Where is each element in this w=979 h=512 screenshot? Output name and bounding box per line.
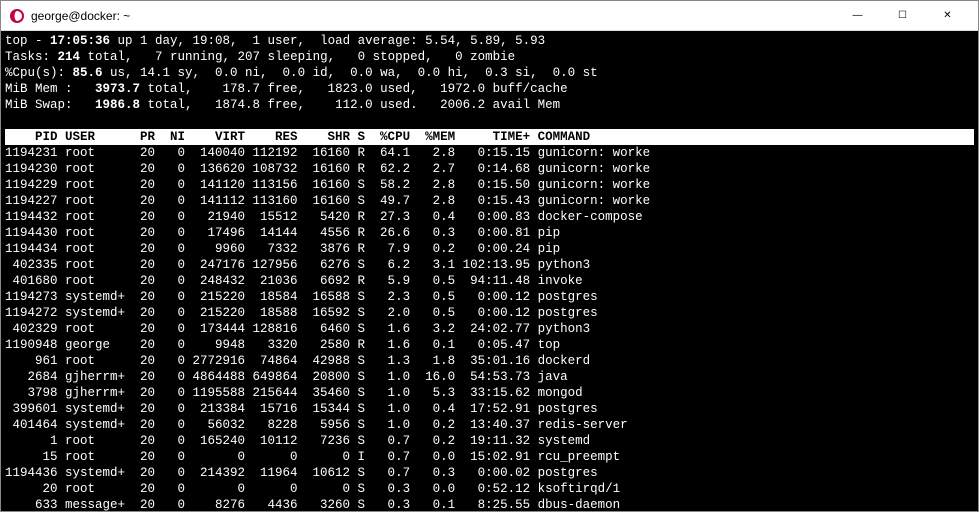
- process-row: 1 root 20 0 165240 10112 7236 S 0.7 0.2 …: [5, 433, 974, 449]
- process-row: 402335 root 20 0 247176 127956 6276 S 6.…: [5, 257, 974, 273]
- close-button[interactable]: ✕: [925, 2, 970, 30]
- process-row: 399601 systemd+ 20 0 213384 15716 15344 …: [5, 401, 974, 417]
- process-row: 1194430 root 20 0 17496 14144 4556 R 26.…: [5, 225, 974, 241]
- window-title: george@docker: ~: [31, 9, 835, 23]
- titlebar[interactable]: george@docker: ~ — ☐ ✕: [1, 1, 978, 31]
- process-row: 1194432 root 20 0 21940 15512 5420 R 27.…: [5, 209, 974, 225]
- process-row: 2684 gjherrm+ 20 0 4864488 649864 20800 …: [5, 369, 974, 385]
- process-row: 1190948 george 20 0 9948 3320 2580 R 1.6…: [5, 337, 974, 353]
- process-row: 401464 systemd+ 20 0 56032 8228 5956 S 1…: [5, 417, 974, 433]
- process-row: 1194434 root 20 0 9960 7332 3876 R 7.9 0…: [5, 241, 974, 257]
- window-controls: — ☐ ✕: [835, 2, 970, 30]
- process-header: PID USER PR NI VIRT RES SHR S %CPU %MEM …: [5, 129, 974, 145]
- process-row: 1194273 systemd+ 20 0 215220 18584 16588…: [5, 289, 974, 305]
- top-summary-line: %Cpu(s): 85.6 us, 14.1 sy, 0.0 ni, 0.0 i…: [5, 65, 974, 81]
- top-summary-line: Tasks: 214 total, 7 running, 207 sleepin…: [5, 49, 974, 65]
- process-row: 1194227 root 20 0 141112 113160 16160 S …: [5, 193, 974, 209]
- app-icon: [9, 8, 25, 24]
- terminal-body[interactable]: top - 17:05:36 up 1 day, 19:08, 1 user, …: [1, 31, 978, 511]
- top-summary-line: MiB Swap: 1986.8 total, 1874.8 free, 112…: [5, 97, 974, 113]
- process-row: 1194272 systemd+ 20 0 215220 18588 16592…: [5, 305, 974, 321]
- top-summary-line: MiB Mem : 3973.7 total, 178.7 free, 1823…: [5, 81, 974, 97]
- process-row: 20 root 20 0 0 0 0 S 0.3 0.0 0:52.12 kso…: [5, 481, 974, 497]
- blank-line: [5, 113, 974, 129]
- process-row: 1194229 root 20 0 141120 113156 16160 S …: [5, 177, 974, 193]
- process-row: 402329 root 20 0 173444 128816 6460 S 1.…: [5, 321, 974, 337]
- minimize-button[interactable]: —: [835, 2, 880, 30]
- process-row: 961 root 20 0 2772916 74864 42988 S 1.3 …: [5, 353, 974, 369]
- terminal-window: george@docker: ~ — ☐ ✕ top - 17:05:36 up…: [0, 0, 979, 512]
- process-row: 633 message+ 20 0 8276 4436 3260 S 0.3 0…: [5, 497, 974, 511]
- process-row: 1194230 root 20 0 136620 108732 16160 R …: [5, 161, 974, 177]
- maximize-button[interactable]: ☐: [880, 2, 925, 30]
- process-row: 1194436 systemd+ 20 0 214392 11964 10612…: [5, 465, 974, 481]
- process-row: 15 root 20 0 0 0 0 I 0.7 0.0 15:02.91 rc…: [5, 449, 974, 465]
- process-row: 401680 root 20 0 248432 21036 6692 R 5.9…: [5, 273, 974, 289]
- process-row: 1194231 root 20 0 140040 112192 16160 R …: [5, 145, 974, 161]
- process-row: 3798 gjherrm+ 20 0 1195588 215644 35460 …: [5, 385, 974, 401]
- top-summary-line: top - 17:05:36 up 1 day, 19:08, 1 user, …: [5, 33, 974, 49]
